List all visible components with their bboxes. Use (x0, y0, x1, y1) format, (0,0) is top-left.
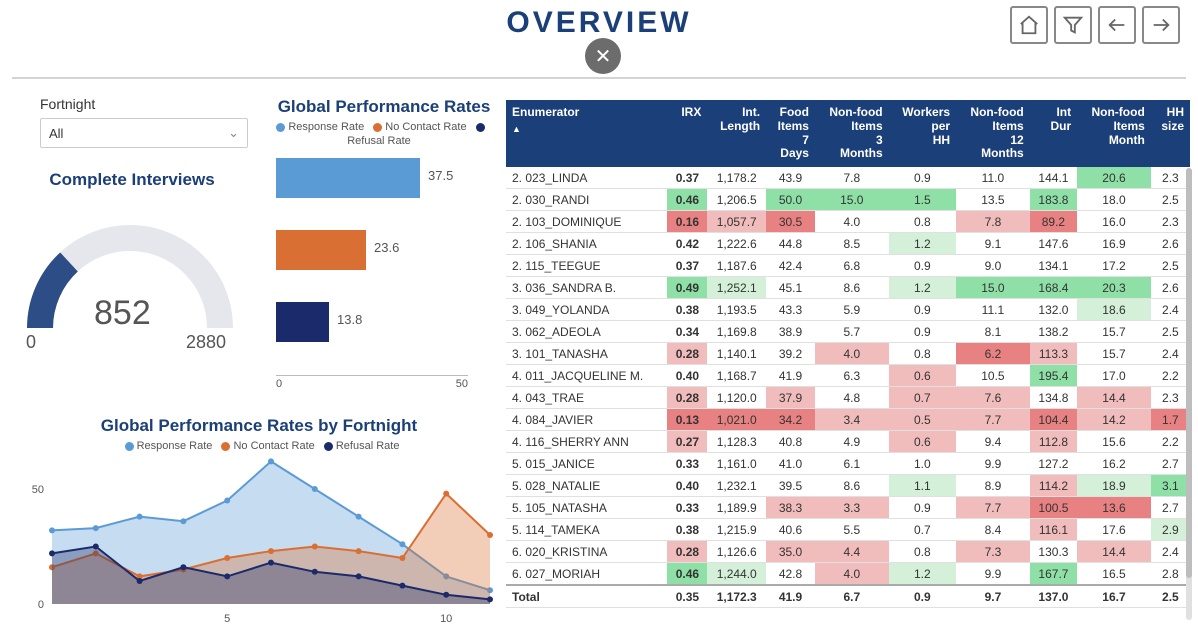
table-row[interactable]: 2. 103_DOMINIQUE0.161,057.730.54.00.87.8… (506, 211, 1190, 233)
close-badge[interactable]: ✕ (585, 38, 621, 74)
gauge-max: 2880 (186, 332, 226, 353)
gpr-legend: Response Rate No Contact Rate Refusal Ra… (260, 120, 498, 149)
legend2-response: Response Rate (137, 440, 213, 452)
scrollbar[interactable] (1186, 168, 1192, 620)
table-row[interactable]: 2. 115_TEEGUE0.371,187.642.46.80.99.0134… (506, 255, 1190, 277)
axis-max: 50 (456, 378, 468, 390)
gpr-title: Global Performance Rates (270, 97, 498, 117)
table-row[interactable]: 4. 116_SHERRY ANN0.271,128.340.84.90.69.… (506, 431, 1190, 453)
table-row[interactable]: 5. 105_NATASHA0.331,189.938.33.30.97.710… (506, 497, 1190, 519)
svg-text:10: 10 (440, 613, 452, 625)
col-header[interactable]: IRX (667, 100, 707, 167)
table-row[interactable]: 2. 030_RANDI0.461,206.550.015.01.513.518… (506, 189, 1190, 211)
filter-value: All (49, 126, 63, 141)
gprf-title: Global Performance Rates by Fortnight (44, 416, 474, 436)
svg-text:50: 50 (32, 484, 44, 496)
table-total-row: Total0.351,172.341.96.70.99.7137.016.72.… (506, 585, 1190, 608)
table-row[interactable]: 4. 084_JAVIER0.131,021.034.23.40.57.7104… (506, 409, 1190, 431)
table-row[interactable]: 3. 036_SANDRA B.0.491,252.145.18.61.215.… (506, 277, 1190, 299)
col-header[interactable]: Non-foodItems12Months (956, 100, 1030, 167)
col-header[interactable]: HHsize (1151, 100, 1190, 167)
page-title: OVERVIEW (0, 6, 1198, 40)
table-row[interactable]: 2. 106_SHANIA0.421,222.644.88.51.29.1147… (506, 233, 1190, 255)
col-header[interactable]: Non-foodItems3Months (815, 100, 889, 167)
table-row[interactable]: 5. 114_TAMEKA0.381,215.940.65.50.78.4116… (506, 519, 1190, 541)
bar-value-refusal: 13.8 (337, 312, 362, 327)
bar-value-response: 37.5 (428, 168, 453, 183)
enumerator-table: Enumerator▲IRXInt.LengthFoodItems7DaysNo… (506, 100, 1190, 608)
table-row[interactable]: 5. 028_NATALIE0.401,232.139.58.61.18.911… (506, 475, 1190, 497)
fortnight-select[interactable]: All ⌄ (40, 118, 248, 148)
table-row[interactable]: 5. 015_JANICE0.331,161.041.06.11.09.9127… (506, 453, 1190, 475)
gpr-bar-chart: 37.5 23.6 13.8 0 50 (272, 152, 498, 390)
table-row[interactable]: 3. 101_TANASHA0.281,140.139.24.00.86.211… (506, 343, 1190, 365)
table-row[interactable]: 3. 062_ADEOLA0.341,169.838.95.70.98.1138… (506, 321, 1190, 343)
legend-refusal: Refusal Rate (347, 135, 411, 147)
col-header[interactable]: WorkersperHH (889, 100, 956, 167)
complete-interviews-title: Complete Interviews (22, 170, 242, 190)
legend2-refusal: Refusal Rate (336, 440, 400, 452)
gprf-legend: Response Rate No Contact Rate Refusal Ra… (44, 440, 474, 452)
divider (12, 77, 1186, 79)
table-row[interactable]: 4. 043_TRAE0.281,120.037.94.80.77.6134.8… (506, 387, 1190, 409)
axis-min: 0 (276, 378, 282, 390)
svg-text:5: 5 (224, 613, 230, 625)
table-row[interactable]: 6. 020_KRISTINA0.281,126.635.04.40.87.31… (506, 541, 1190, 563)
bar-value-nocontact: 23.6 (374, 240, 399, 255)
col-header[interactable]: IntDur (1030, 100, 1077, 167)
table-row[interactable]: 6. 027_MORIAH0.461,244.042.84.01.29.9167… (506, 563, 1190, 586)
gauge-min: 0 (26, 332, 36, 353)
legend2-nocontact: No Contact Rate (233, 440, 314, 452)
filter-label: Fortnight (40, 96, 95, 112)
legend-nocontact: No Contact Rate (385, 121, 466, 133)
col-header[interactable]: Enumerator▲ (506, 100, 667, 167)
gauge-value: 852 (94, 294, 151, 333)
col-header[interactable]: Int.Length (707, 100, 766, 167)
table-row[interactable]: 4. 011_JACQUELINE M.0.401,168.741.96.30.… (506, 365, 1190, 387)
table-row[interactable]: 3. 049_YOLANDA0.381,193.543.35.90.911.11… (506, 299, 1190, 321)
table-row[interactable]: 2. 023_LINDA0.371,178.243.97.80.911.0144… (506, 167, 1190, 189)
chevron-down-icon: ⌄ (228, 125, 239, 141)
svg-text:0: 0 (38, 599, 44, 611)
col-header[interactable]: FoodItems7Days (766, 100, 815, 167)
legend-response: Response Rate (288, 121, 364, 133)
col-header[interactable]: Non-foodItemsMonth (1077, 100, 1151, 167)
gprf-area-chart: 50 0 5 10 (16, 458, 500, 628)
